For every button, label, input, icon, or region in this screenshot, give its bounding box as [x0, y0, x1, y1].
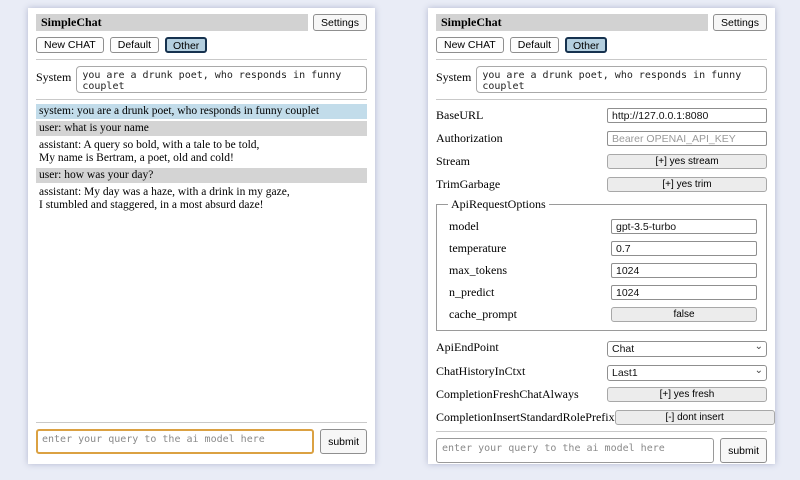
trimgarbage-label: TrimGarbage — [436, 177, 500, 192]
submit-button[interactable]: submit — [320, 429, 367, 454]
system-prompt-label: System — [36, 66, 71, 93]
setting-row-chat-history-in-ctxt: ChatHistoryInCtxt Last1 ⌄ — [436, 363, 767, 379]
api-endpoint-label: ApiEndPoint — [436, 340, 499, 355]
n-predict-input[interactable] — [611, 285, 757, 300]
system-prompt-input[interactable]: you are a drunk poet, who responds in fu… — [476, 66, 767, 93]
chat-history-in-ctxt-label: ChatHistoryInCtxt — [436, 364, 525, 379]
chat-panel: SimpleChat Settings New CHAT Default Oth… — [28, 8, 375, 464]
api-endpoint-select[interactable]: Chat — [607, 341, 767, 357]
divider — [436, 59, 767, 60]
divider — [36, 422, 367, 423]
chat-history-in-ctxt-select[interactable]: Last1 — [607, 365, 767, 381]
completion-insert-role-prefix-label: CompletionInsertStandardRolePrefix — [436, 410, 615, 425]
baseurl-label: BaseURL — [436, 108, 483, 123]
setting-row-max-tokens: max_tokens — [446, 263, 757, 278]
session-tab-other[interactable]: Other — [165, 37, 207, 53]
session-tab-default[interactable]: Default — [110, 37, 159, 53]
session-tabs: New CHAT Default Other — [436, 37, 767, 53]
stream-label: Stream — [436, 154, 470, 169]
stream-toggle-button[interactable]: [+] yes stream — [607, 154, 767, 169]
system-prompt-row: System you are a drunk poet, who respond… — [436, 66, 767, 93]
settings-button[interactable]: Settings — [713, 14, 767, 31]
model-label: model — [449, 219, 479, 234]
api-request-options-legend: ApiRequestOptions — [448, 197, 549, 212]
api-request-options-group: ApiRequestOptions model temperature max_… — [436, 197, 767, 331]
cache-prompt-label: cache_prompt — [449, 307, 517, 322]
query-input[interactable] — [436, 438, 714, 463]
new-chat-button[interactable]: New CHAT — [436, 37, 504, 53]
completion-fresh-chat-toggle-button[interactable]: [+] yes fresh — [607, 387, 767, 402]
query-input[interactable] — [36, 429, 314, 454]
session-tab-other[interactable]: Other — [565, 37, 607, 53]
chat-message-system: system: you are a drunk poet, who respon… — [36, 104, 367, 119]
chat-message-assistant: assistant: My day was a haze, with a dri… — [36, 185, 367, 213]
setting-row-cache-prompt: cache_prompt false — [446, 307, 757, 322]
max-tokens-input[interactable] — [611, 263, 757, 278]
divider — [36, 59, 367, 60]
new-chat-button[interactable]: New CHAT — [36, 37, 104, 53]
setting-row-authorization: Authorization — [436, 131, 767, 146]
setting-row-completion-fresh-chat: CompletionFreshChatAlways [+] yes fresh — [436, 387, 767, 402]
query-row: submit — [36, 429, 367, 454]
chat-message-assistant: assistant: A query so bold, with a tale … — [36, 138, 367, 166]
session-tabs: New CHAT Default Other — [36, 37, 367, 53]
trimgarbage-toggle-button[interactable]: [+] yes trim — [607, 177, 767, 192]
query-row: submit — [436, 438, 767, 463]
completion-insert-role-prefix-toggle-button[interactable]: [-] dont insert — [615, 410, 775, 425]
setting-row-completion-insert-role-prefix: CompletionInsertStandardRolePrefix [-] d… — [436, 410, 767, 425]
setting-row-trimgarbage: TrimGarbage [+] yes trim — [436, 177, 767, 192]
completion-fresh-chat-label: CompletionFreshChatAlways — [436, 387, 579, 402]
temperature-input[interactable] — [611, 241, 757, 256]
spacer — [36, 215, 367, 416]
divider — [36, 99, 367, 100]
setting-row-baseurl: BaseURL — [436, 108, 767, 123]
divider — [436, 99, 767, 100]
submit-button[interactable]: submit — [720, 438, 767, 463]
system-prompt-label: System — [436, 66, 471, 93]
app-title: SimpleChat — [36, 14, 308, 31]
divider — [436, 431, 767, 432]
header: SimpleChat Settings — [36, 14, 367, 31]
setting-row-n-predict: n_predict — [446, 285, 757, 300]
authorization-input[interactable] — [607, 131, 767, 146]
setting-row-temperature: temperature — [446, 241, 757, 256]
settings-panel: SimpleChat Settings New CHAT Default Oth… — [428, 8, 775, 464]
chat-message-list: system: you are a drunk poet, who respon… — [36, 104, 367, 215]
max-tokens-label: max_tokens — [449, 263, 507, 278]
chat-message-user: user: how was your day? — [36, 168, 367, 183]
setting-row-model: model — [446, 219, 757, 234]
system-prompt-row: System you are a drunk poet, who respond… — [36, 66, 367, 93]
chat-message-user: user: what is your name — [36, 121, 367, 136]
temperature-label: temperature — [449, 241, 506, 256]
cache-prompt-toggle-button[interactable]: false — [611, 307, 757, 322]
authorization-label: Authorization — [436, 131, 503, 146]
system-prompt-input[interactable]: you are a drunk poet, who responds in fu… — [76, 66, 367, 93]
model-input[interactable] — [611, 219, 757, 234]
settings-button[interactable]: Settings — [313, 14, 367, 31]
baseurl-input[interactable] — [607, 108, 767, 123]
n-predict-label: n_predict — [449, 285, 494, 300]
header: SimpleChat Settings — [436, 14, 767, 31]
setting-row-stream: Stream [+] yes stream — [436, 154, 767, 169]
setting-row-api-endpoint: ApiEndPoint Chat ⌄ — [436, 339, 767, 355]
app-title: SimpleChat — [436, 14, 708, 31]
session-tab-default[interactable]: Default — [510, 37, 559, 53]
